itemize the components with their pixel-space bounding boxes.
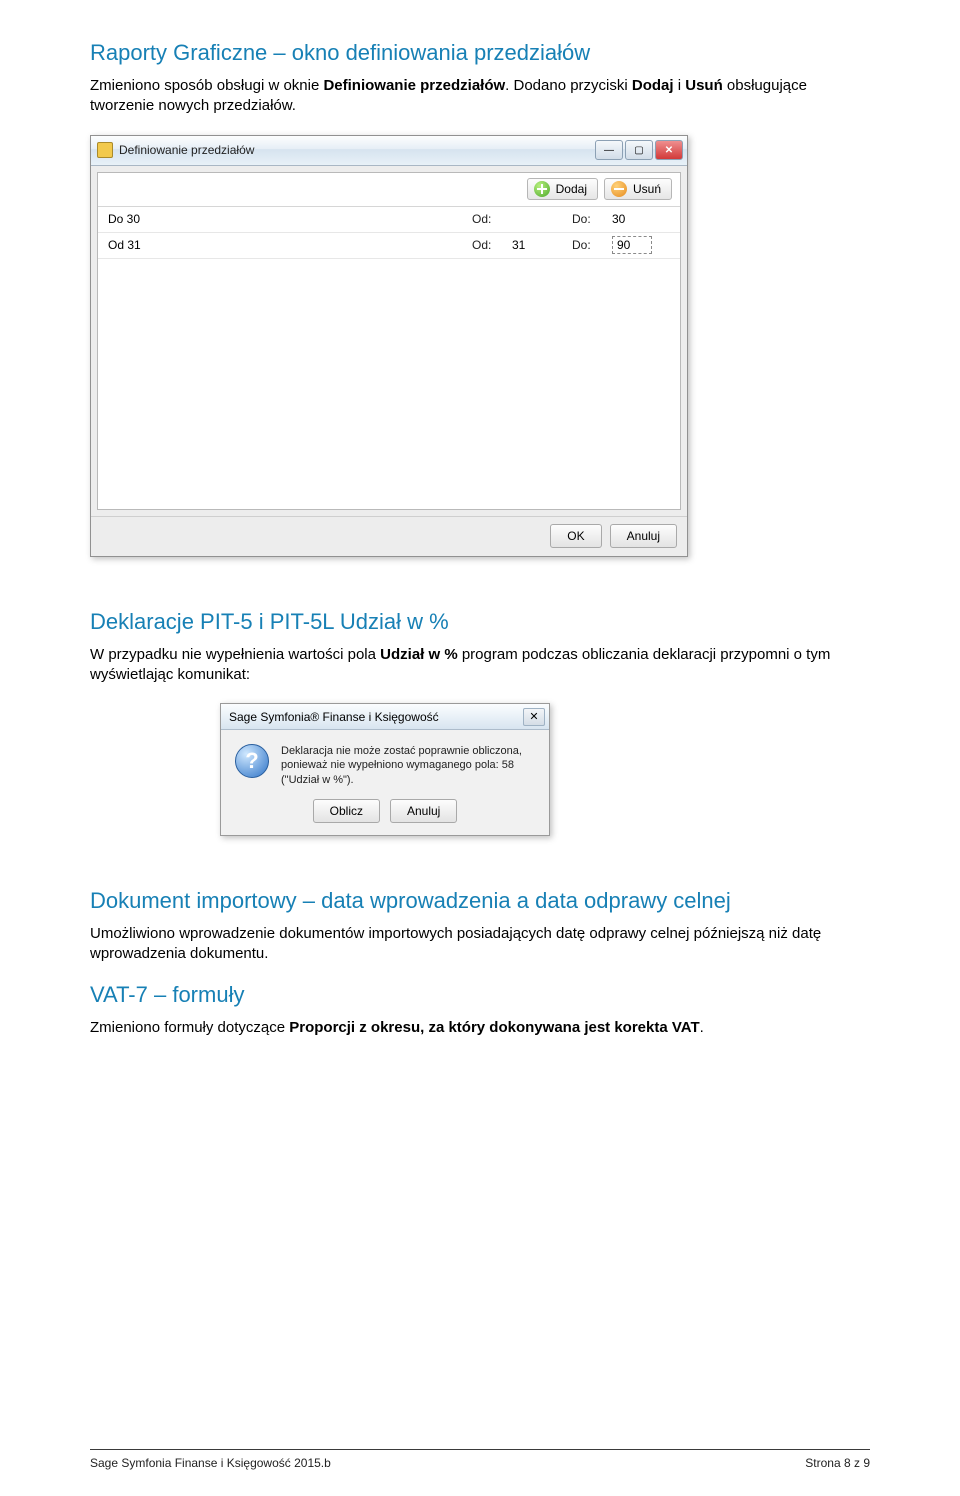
text: W przypadku nie wypełnienia wartości pol…: [90, 646, 380, 663]
table-row[interactable]: Do 30 Od: Do: 30: [98, 207, 680, 233]
minimize-button[interactable]: —: [595, 140, 623, 160]
button-label: Usuń: [633, 182, 661, 196]
dialog-body: ? Deklaracja nie może zostać poprawnie o…: [221, 730, 549, 789]
dialog-titlebar: Sage Symfonia® Finanse i Księgowość ✕: [221, 704, 549, 730]
toolbar: Dodaj Usuń: [98, 173, 680, 207]
do-label: Do:: [572, 238, 612, 252]
footer-right: Strona 8 z 9: [805, 1456, 870, 1470]
text-bold: Definiowanie przedziałów: [323, 77, 505, 94]
window-title: Definiowanie przedziałów: [119, 143, 595, 157]
question-icon: ?: [235, 744, 269, 778]
window-buttons: — ▢ ✕: [595, 140, 683, 160]
window-definiowanie-przedzialow: Definiowanie przedziałów — ▢ ✕ Dodaj Usu…: [90, 135, 688, 557]
text: .: [700, 1019, 704, 1036]
paragraph-deklaracje: W przypadku nie wypełnienia wartości pol…: [90, 645, 870, 686]
window-footer: OK Anuluj: [91, 516, 687, 556]
od-value[interactable]: 31: [512, 238, 572, 252]
text: . Dodano przyciski: [505, 77, 632, 94]
heading-deklaracje: Deklaracje PIT-5 i PIT-5L Udział w %: [90, 609, 870, 635]
window-titlebar: Definiowanie przedziałów — ▢ ✕: [91, 136, 687, 166]
text-bold: Dodaj: [632, 77, 674, 94]
page-footer: Sage Symfonia Finanse i Księgowość 2015.…: [90, 1449, 870, 1470]
footer-left: Sage Symfonia Finanse i Księgowość 2015.…: [90, 1456, 331, 1470]
close-button[interactable]: ✕: [655, 140, 683, 160]
text: Zmieniono formuły dotyczące: [90, 1019, 289, 1036]
app-icon: [97, 142, 113, 158]
row-name: Od 31: [108, 238, 472, 252]
table-row[interactable]: Od 31 Od: 31 Do: 90: [98, 233, 680, 259]
delete-button[interactable]: Usuń: [604, 178, 672, 200]
maximize-button[interactable]: ▢: [625, 140, 653, 160]
text: Zmieniono sposób obsługi w oknie: [90, 77, 323, 94]
dialog-buttons: Oblicz Anuluj: [221, 789, 549, 835]
do-value[interactable]: 30: [612, 212, 672, 226]
window-body: Dodaj Usuń Do 30 Od: Do: 30 Od 31 Od: 31…: [97, 172, 681, 510]
dialog-message: Deklaracja nie może zostać poprawnie obl…: [281, 744, 535, 787]
dialog-sage: Sage Symfonia® Finanse i Księgowość ✕ ? …: [220, 703, 550, 836]
ok-button[interactable]: OK: [550, 524, 601, 548]
heading-vat7: VAT-7 – formuły: [90, 982, 870, 1008]
cancel-button[interactable]: Anuluj: [610, 524, 677, 548]
text: i: [674, 77, 686, 94]
button-label: Dodaj: [556, 182, 587, 196]
do-label: Do:: [572, 212, 612, 226]
row-name: Do 30: [108, 212, 472, 226]
do-value-editing[interactable]: 90: [612, 236, 652, 254]
oblicz-button[interactable]: Oblicz: [313, 799, 380, 823]
dialog-title: Sage Symfonia® Finanse i Księgowość: [229, 710, 523, 724]
text-bold: Udział w %: [380, 646, 458, 663]
text-bold: Usuń: [685, 77, 723, 94]
close-button[interactable]: ✕: [523, 708, 545, 726]
od-label: Od:: [472, 238, 512, 252]
paragraph-vat7: Zmieniono formuły dotyczące Proporcji z …: [90, 1018, 870, 1038]
heading-dokument-importowy: Dokument importowy – data wprowadzenia a…: [90, 888, 870, 914]
heading-raporty: Raporty Graficzne – okno definiowania pr…: [90, 40, 870, 66]
minus-icon: [611, 181, 627, 197]
paragraph-raporty: Zmieniono sposób obsługi w oknie Definio…: [90, 76, 870, 117]
paragraph-dokument-importowy: Umożliwiono wprowadzenie dokumentów impo…: [90, 924, 870, 965]
add-button[interactable]: Dodaj: [527, 178, 598, 200]
od-label: Od:: [472, 212, 512, 226]
text-bold: Proporcji z okresu, za który dokonywana …: [289, 1019, 699, 1036]
grid-empty-area: [98, 259, 680, 509]
plus-icon: [534, 181, 550, 197]
anuluj-button[interactable]: Anuluj: [390, 799, 457, 823]
